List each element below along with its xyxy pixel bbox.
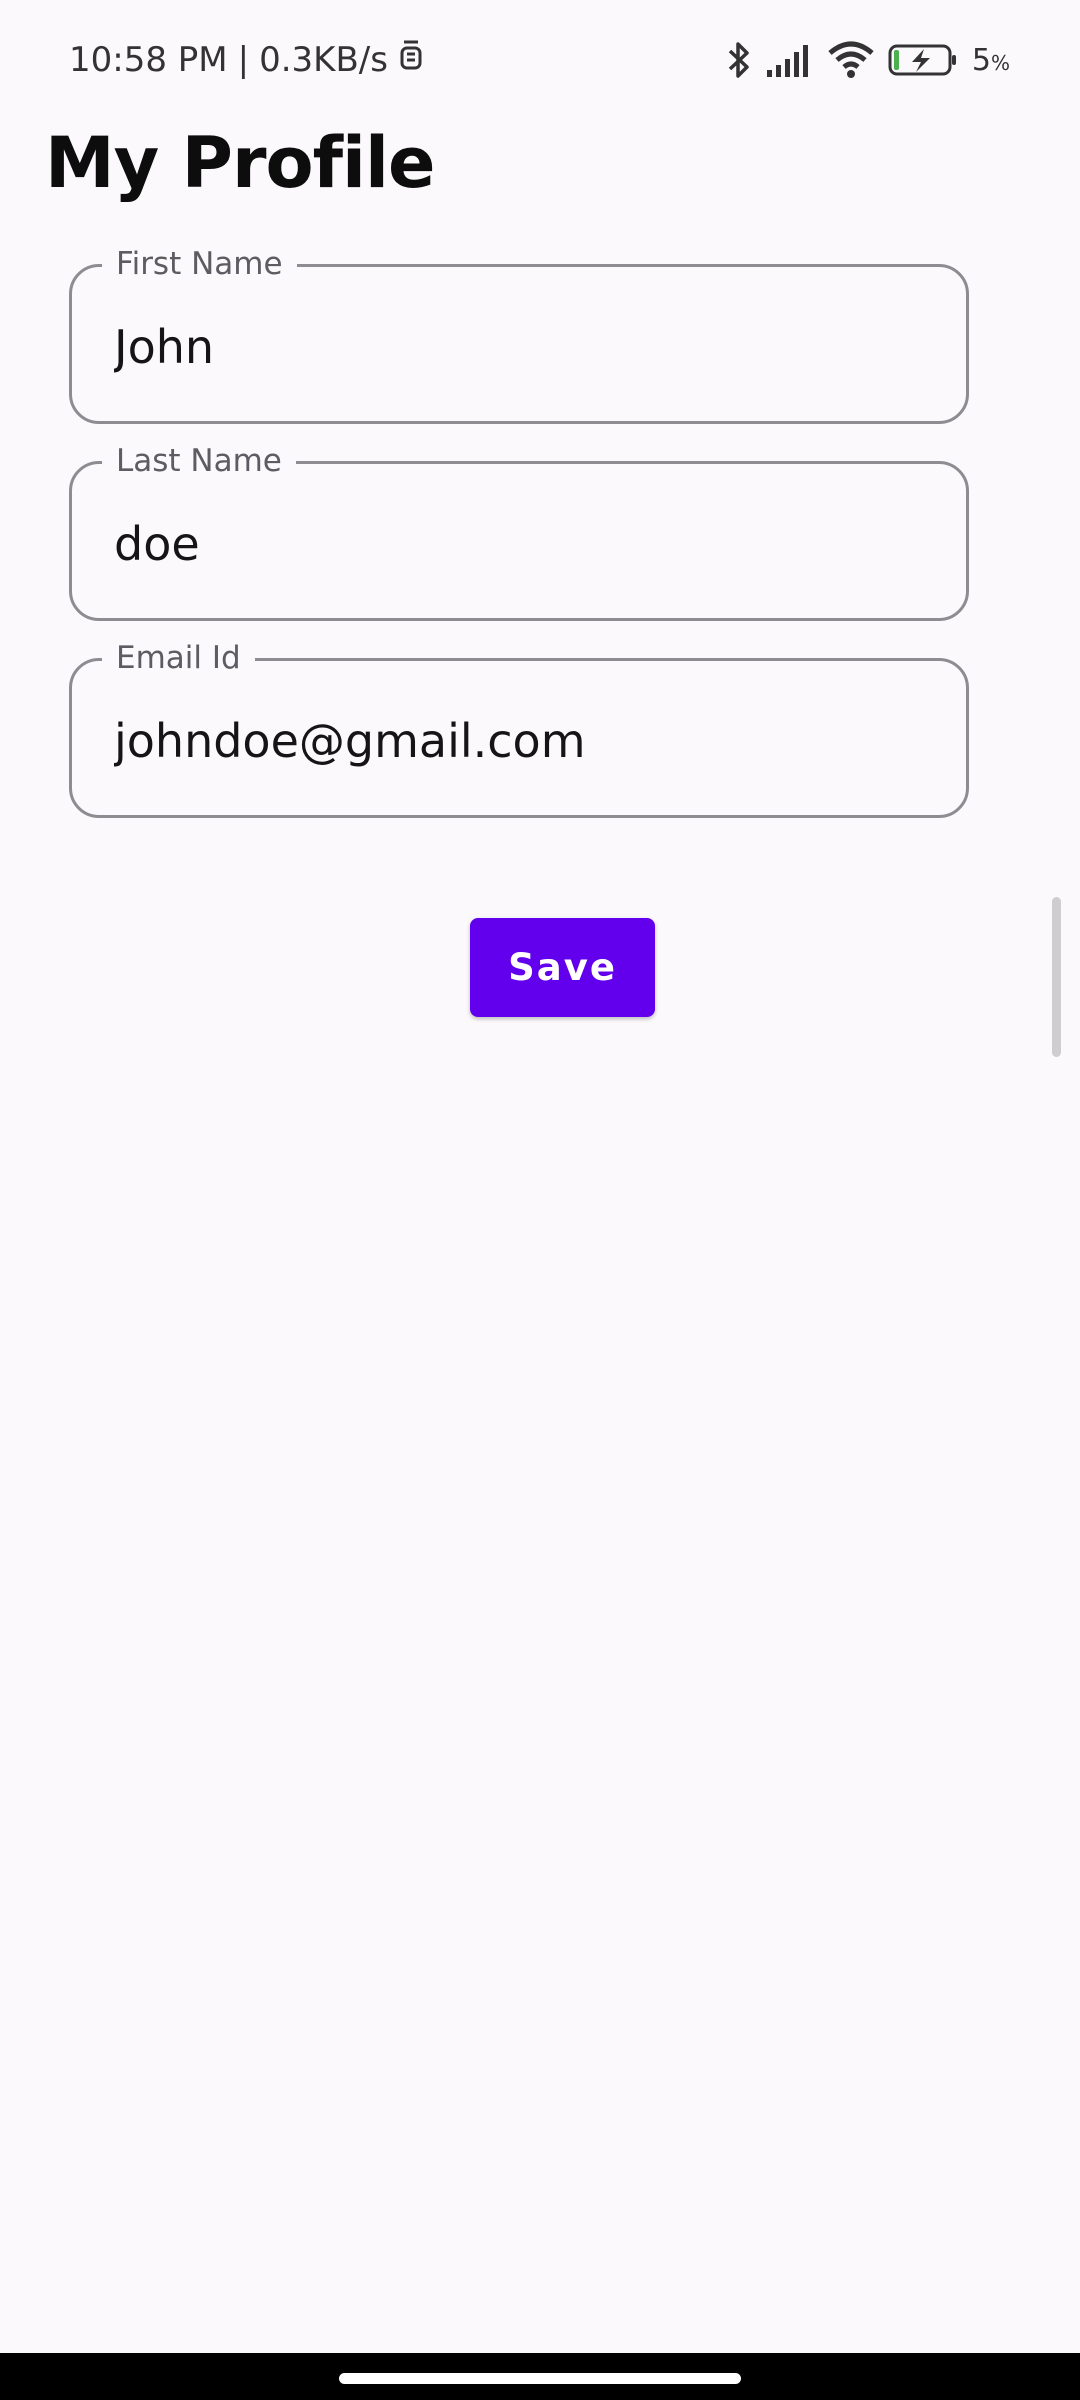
- email-input[interactable]: [114, 705, 936, 777]
- status-time: 10:58 PM: [69, 39, 228, 80]
- battery-unit: %: [990, 50, 1010, 75]
- status-right: 5%: [726, 36, 1010, 84]
- status-left: 10:58 PM | 0.3KB/s: [69, 38, 424, 81]
- email-field[interactable]: Email Id: [69, 639, 969, 818]
- email-label: Email Id: [102, 639, 255, 677]
- first-name-field[interactable]: First Name: [69, 245, 969, 424]
- scrollbar[interactable]: [1052, 897, 1061, 1057]
- first-name-input[interactable]: [114, 311, 936, 383]
- status-separator: |: [237, 39, 250, 80]
- battery-charging-icon: [888, 42, 958, 78]
- navigation-bar: [0, 2353, 1080, 2400]
- page-title: My Profile: [45, 122, 435, 204]
- save-button[interactable]: Save: [470, 918, 655, 1017]
- wifi-icon: [828, 41, 874, 79]
- last-name-label: Last Name: [102, 442, 296, 480]
- battery-level: 5: [971, 42, 991, 78]
- battery-percentage: 5%: [972, 43, 1010, 78]
- notification-icon: [398, 38, 424, 81]
- bluetooth-icon: [726, 40, 752, 80]
- home-indicator[interactable]: [339, 2373, 741, 2384]
- last-name-field[interactable]: Last Name: [69, 442, 969, 621]
- first-name-label: First Name: [102, 245, 297, 283]
- signal-icon: [766, 42, 814, 78]
- last-name-input[interactable]: [114, 508, 936, 580]
- status-bar: 10:58 PM | 0.3KB/s 5%: [0, 0, 1080, 118]
- network-speed: 0.3KB/s: [259, 39, 388, 80]
